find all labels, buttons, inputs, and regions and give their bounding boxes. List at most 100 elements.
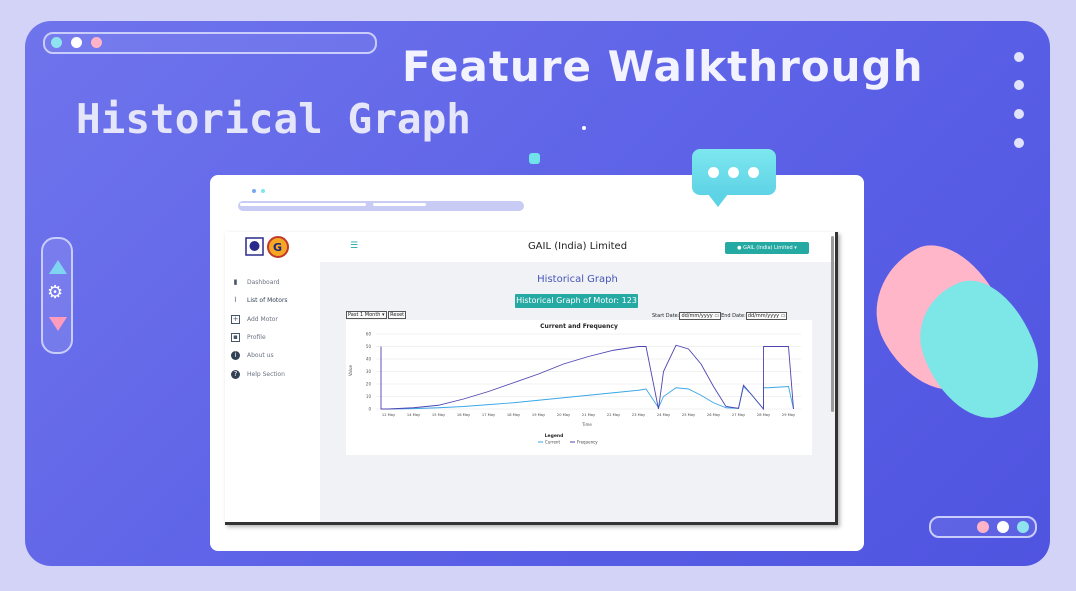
dot-icon <box>1014 109 1024 119</box>
legend-item: Frequency <box>577 440 598 445</box>
x-tick-label: 14 May <box>407 413 421 417</box>
logo-icon: G <box>245 236 289 258</box>
y-axis-label: Value <box>348 364 353 376</box>
window-dot-icon <box>71 37 82 48</box>
x-tick-label: 12 May <box>382 413 396 417</box>
pill-dot-icon <box>1017 521 1029 533</box>
pill-dot-icon <box>997 521 1009 533</box>
sidebar-item-label: Add Motor <box>247 316 278 323</box>
slide-subheading: Historical Graph <box>76 95 471 143</box>
chart-legend: Current Frequency <box>538 440 598 445</box>
period-select[interactable]: Past 1 Month ▾ <box>346 311 387 319</box>
sidebar-item-dashboard[interactable]: ▮ Dashboard <box>231 278 280 287</box>
side-widget: ⚙ <box>41 237 73 354</box>
slide-heading: Feature Walkthrough <box>402 42 924 91</box>
start-date-label: Start Date: <box>652 313 680 319</box>
app-header: ☰ GAIL (India) Limited ● GAIL (India) Li… <box>320 232 835 262</box>
y-tick-label: 10 <box>366 394 372 399</box>
caret-down-icon: ▾ <box>794 245 797 251</box>
mockup-bar-fill <box>240 203 366 206</box>
reset-button[interactable]: Reset <box>388 311 407 319</box>
sidebar-item-label: About us <box>247 352 274 359</box>
x-tick-label: 19 May <box>532 413 546 417</box>
x-tick-label: 28 May <box>757 413 771 417</box>
user-icon: ● <box>737 245 742 251</box>
page-title: Historical Graph <box>537 274 618 285</box>
sparkle-square-icon <box>529 153 540 164</box>
add-box-icon: + <box>231 315 240 324</box>
x-tick-label: 25 May <box>682 413 696 417</box>
chart-container: Current and Frequency 0 10 20 30 40 50 60 12 Ma… <box>346 320 812 455</box>
line-chart-icon: ⌇ <box>233 296 238 304</box>
x-tick-label: 21 May <box>582 413 596 417</box>
x-tick-label: 15 May <box>432 413 446 417</box>
dot-icon <box>1014 138 1024 148</box>
sidebar-item-label: Profile <box>247 334 266 341</box>
sidebar-item-add-motor[interactable]: + Add Motor <box>231 315 278 324</box>
scrollbar[interactable] <box>831 236 834 412</box>
y-tick-label: 0 <box>368 407 371 412</box>
y-tick-label: 30 <box>366 369 372 374</box>
y-tick-label: 50 <box>366 344 372 349</box>
bubble-dot-icon <box>708 167 719 178</box>
chart-ticks: 0 10 20 30 40 50 60 12 May 14 May 15 May 16 May 17 … <box>366 332 796 418</box>
legend-title: Legend <box>545 433 564 439</box>
x-tick-label: 22 May <box>607 413 621 417</box>
sidebar: G ▮ Dashboard ⌇ List of Motors + Add Motor … <box>225 232 320 522</box>
x-axis-label: Time <box>581 422 592 427</box>
bubble-dot-icon <box>728 167 739 178</box>
window-dot-icon <box>91 37 102 48</box>
x-tick-label: 24 May <box>657 413 671 417</box>
y-tick-label: 60 <box>366 332 372 337</box>
mockup-dot-icon <box>252 189 256 193</box>
x-tick-label: 18 May <box>507 413 521 417</box>
profile-card-icon: ▪ <box>231 333 240 342</box>
main-content: Historical Graph Historical Graph of Mot… <box>320 262 835 522</box>
x-tick-label: 29 May <box>782 413 796 417</box>
user-menu-button[interactable]: ● GAIL (India) Limited ▾ <box>725 242 809 254</box>
window-bar <box>43 32 377 54</box>
triangle-up-icon[interactable] <box>49 260 67 274</box>
start-date-input[interactable]: dd/mm/yyyy ▭ <box>679 312 722 320</box>
sidebar-item-about-us[interactable]: i About us <box>231 351 274 360</box>
sparkle-dot-icon <box>582 126 586 130</box>
motor-graph-button[interactable]: Historical Graph of Motor: 123 <box>515 294 638 308</box>
app-screen: G ▮ Dashboard ⌇ List of Motors + Add Motor … <box>225 232 838 525</box>
window-dot-icon <box>51 37 62 48</box>
sidebar-item-help-section[interactable]: ? Help Section <box>231 370 285 379</box>
bar-chart-icon: ▮ <box>233 278 238 286</box>
x-tick-label: 26 May <box>707 413 721 417</box>
dot-icon <box>1014 52 1024 62</box>
sidebar-item-label: List of Motors <box>247 297 288 304</box>
x-tick-label: 23 May <box>632 413 646 417</box>
mockup-bar-fill <box>373 203 426 206</box>
mockup-dot-icon <box>261 189 265 193</box>
chart-lines <box>380 344 794 411</box>
start-date-placeholder: dd/mm/yyyy <box>681 313 713 319</box>
info-icon: i <box>231 351 240 360</box>
period-select-value: Past 1 Month <box>348 312 381 318</box>
bottom-pill <box>929 516 1037 538</box>
sidebar-item-label: Dashboard <box>247 279 280 286</box>
chat-bubble-icon <box>692 149 776 207</box>
bubble-dot-icon <box>748 167 759 178</box>
gear-icon[interactable]: ⚙ <box>47 283 63 303</box>
y-tick-label: 40 <box>366 357 372 362</box>
legend-item: Current <box>545 440 560 445</box>
date-controls: Start Date: dd/mm/yyyy ▭ End Date: dd/mm/yy… <box>652 312 788 320</box>
x-tick-label: 17 May <box>482 413 496 417</box>
historical-chart: Current and Frequency 0 10 20 30 40 50 60 12 Ma… <box>348 323 801 445</box>
sidebar-item-profile[interactable]: ▪ Profile <box>231 333 266 342</box>
help-icon: ? <box>231 370 240 379</box>
x-tick-label: 20 May <box>557 413 571 417</box>
triangle-down-icon[interactable] <box>49 317 67 331</box>
sidebar-item-label: Help Section <box>247 371 285 378</box>
pill-dot-icon <box>977 521 989 533</box>
period-controls: Past 1 Month ▾ Reset <box>346 311 407 319</box>
y-tick-label: 20 <box>366 382 372 387</box>
sidebar-item-list-of-motors[interactable]: ⌇ List of Motors <box>231 296 288 305</box>
end-date-label: End Date: <box>721 313 746 319</box>
chart-grid <box>376 333 801 410</box>
end-date-input[interactable]: dd/mm/yyyy ▭ <box>745 312 788 320</box>
end-date-placeholder: dd/mm/yyyy <box>747 313 780 319</box>
